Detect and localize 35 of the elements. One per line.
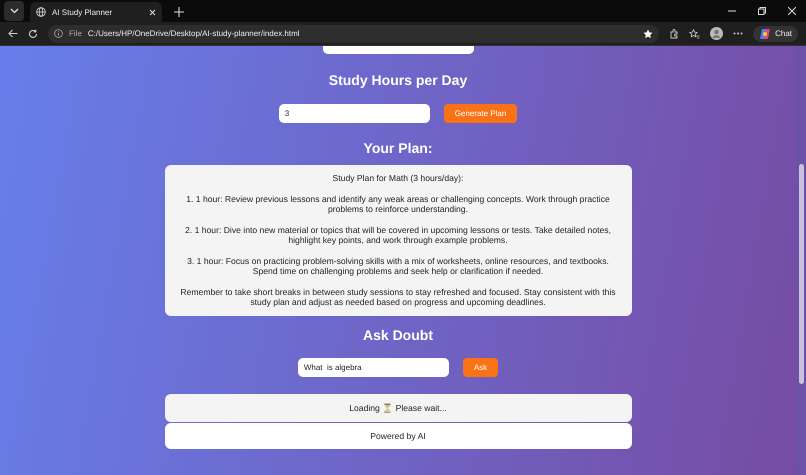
hours-input-field[interactable]: 3 xyxy=(278,104,430,123)
address-bar[interactable]: File C:/Users/HP/OneDrive/Desktop/AI-study-planner/index.html xyxy=(48,24,660,42)
url-text: C:/Users/HP/OneDrive/Desktop/AI-study-planner/index.html xyxy=(88,29,300,38)
more-icon[interactable] xyxy=(733,32,744,35)
close-icon[interactable] xyxy=(149,8,156,16)
plus-icon[interactable] xyxy=(174,7,184,17)
plan-paragraph: 3. 1 hour: Focus on practicing problem-solving skills with a mix of worksheets, online resources, and textbooks. Spend time on challenging problems and seek help or clarification if needed. xyxy=(186,256,610,276)
section-heading: Study Hours per Day xyxy=(328,72,468,88)
tab-list-button[interactable] xyxy=(4,1,24,21)
scrollbar-thumb[interactable] xyxy=(798,164,804,384)
section-heading: Your Plan: xyxy=(364,140,432,156)
globe-icon xyxy=(36,7,46,17)
section-heading: Ask Doubt xyxy=(363,326,433,342)
browser-tab[interactable]: AI Study Planner xyxy=(30,2,162,22)
answer-loading-text: Loading ⏳ Please wait... xyxy=(164,394,632,422)
restore-icon[interactable] xyxy=(758,7,766,15)
plan-paragraph: 2. 1 hour: Dive into new material or topics that will be covered in upcoming lessons or tests. Take detailed notes, highlight key points, and work through example problems. xyxy=(184,224,612,246)
copilot-chat-button[interactable]: Chat xyxy=(753,26,798,42)
copilot-icon xyxy=(759,28,772,40)
puzzle-icon[interactable] xyxy=(669,28,680,38)
favorites-icon[interactable] xyxy=(689,28,700,38)
footer-text: Powered by AI xyxy=(164,422,632,448)
back-arrow-icon[interactable] xyxy=(8,29,18,38)
plan-paragraph: 1. 1 hour: Review previous lessons and identify any weak areas or challenging concepts. Work through practice problems to reinforce understanding. xyxy=(185,194,611,214)
profile-avatar-icon[interactable] xyxy=(710,27,724,40)
plan-paragraph: Study Plan for Math (3 hours/day): xyxy=(332,173,464,184)
file-label: File xyxy=(69,29,82,38)
plan-paragraph: Remember to take short breaks in between study sessions to stay refreshed and focused. Stay consistent with this study plan and adjust as needed based on progress and upcoming deadlines. xyxy=(179,286,617,308)
tab-title: AI Study Planner xyxy=(52,8,114,16)
reload-icon[interactable] xyxy=(28,28,38,38)
info-icon xyxy=(54,29,63,38)
star-icon[interactable] xyxy=(643,28,654,38)
close-icon[interactable] xyxy=(788,7,796,15)
doubt-input-field[interactable]: What is algebra xyxy=(298,358,449,376)
chevron-down-icon xyxy=(10,8,18,14)
